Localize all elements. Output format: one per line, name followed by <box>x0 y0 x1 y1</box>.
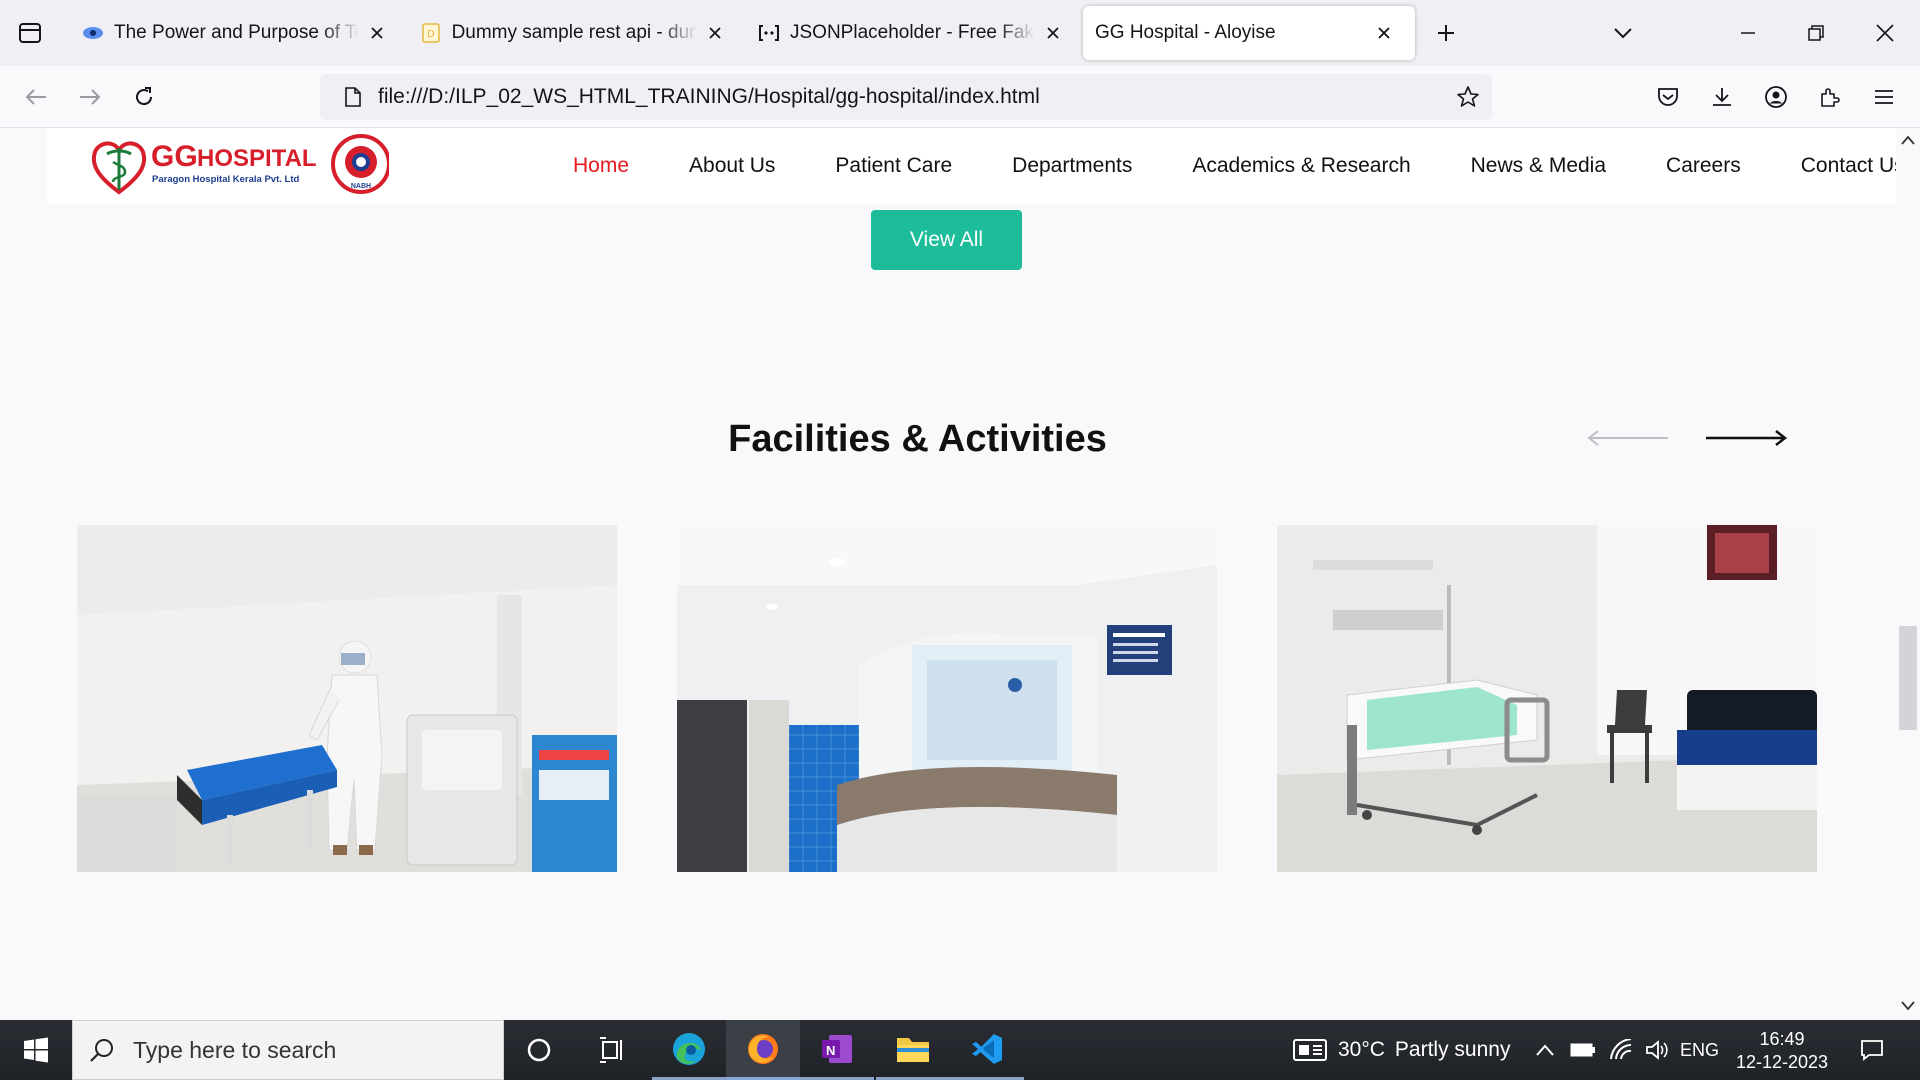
search-icon <box>89 1037 115 1063</box>
weather-temperature: 30°C <box>1338 1038 1385 1061</box>
close-icon[interactable] <box>1371 20 1397 46</box>
section-title: Facilities & Activities <box>728 418 1107 460</box>
nav-link-about-us[interactable]: About Us <box>689 154 775 178</box>
pocket-icon[interactable] <box>1650 79 1686 115</box>
nav-link-contact-us[interactable]: Contact Us <box>1801 154 1896 178</box>
show-hidden-icons-chevron-up-icon[interactable] <box>1530 1020 1560 1080</box>
wifi-icon[interactable] <box>1606 1020 1636 1080</box>
browser-tab-active[interactable]: GG Hospital - Aloyise <box>1083 6 1415 60</box>
eye-icon <box>82 22 104 44</box>
windows-taskbar: Type here to search N 30°C Partly sunny … <box>0 1020 1920 1080</box>
tab-title: Dummy sample rest api - dummy <box>451 22 697 43</box>
nav-link-home[interactable]: Home <box>573 154 629 178</box>
search-placeholder: Type here to search <box>133 1036 337 1063</box>
close-icon[interactable] <box>1041 20 1066 46</box>
facilities-carousel <box>77 525 1817 872</box>
scroll-down-chevron-icon[interactable] <box>1900 998 1916 1014</box>
minimize-icon[interactable] <box>1732 17 1764 49</box>
main-navigation: Home About Us Patient Care Departments A… <box>573 128 1896 204</box>
list-tabs-chevron-down-icon[interactable] <box>1607 17 1639 49</box>
downloads-icon[interactable] <box>1704 79 1740 115</box>
cortana-circle-icon[interactable] <box>502 1020 576 1080</box>
carousel-next-arrow-icon[interactable] <box>1704 418 1788 458</box>
logo-hospital: HOSPITAL <box>197 145 317 172</box>
new-tab-button[interactable] <box>1430 17 1462 49</box>
carousel-prev-arrow-icon[interactable] <box>1586 418 1670 458</box>
firefox-icon[interactable] <box>726 1020 800 1080</box>
system-clock[interactable]: 16:49 12-12-2023 <box>1728 1028 1836 1074</box>
browser-tab[interactable]: The Power and Purpose of Team <box>70 6 402 60</box>
nav-link-departments[interactable]: Departments <box>1012 154 1132 178</box>
bookmark-star-icon[interactable] <box>1454 83 1482 111</box>
address-bar[interactable]: file:///D:/ILP_02_WS_HTML_TRAINING/Hospi… <box>320 74 1492 120</box>
site-header: GG HOSPITAL Paragon Hospital Kerala Pvt.… <box>47 128 1896 204</box>
url-text[interactable]: file:///D:/ILP_02_WS_HTML_TRAINING/Hospi… <box>378 85 1040 109</box>
hospital-logo[interactable]: GG HOSPITAL Paragon Hospital Kerala Pvt.… <box>89 132 391 198</box>
browser-tab[interactable]: D Dummy sample rest api - dummy <box>408 6 740 60</box>
back-arrow-icon[interactable] <box>18 79 54 115</box>
edge-browser-icon[interactable] <box>652 1020 726 1080</box>
svg-text:D: D <box>427 29 435 40</box>
tab-bar: The Power and Purpose of Team D Dummy sa… <box>0 0 1920 66</box>
logo-tagline: Paragon Hospital Kerala Pvt. Ltd <box>152 174 299 185</box>
weather-widget[interactable]: 30°C Partly sunny <box>1292 1020 1510 1080</box>
facility-card-patient-room-photo[interactable] <box>1277 525 1817 872</box>
task-view-icon[interactable] <box>576 1020 650 1080</box>
document-icon: D <box>420 22 442 44</box>
page-viewport: GG HOSPITAL Paragon Hospital Kerala Pvt.… <box>0 128 1896 1020</box>
view-all-button[interactable]: View All <box>871 210 1022 270</box>
extensions-icon[interactable] <box>1812 79 1848 115</box>
browser-tab[interactable]: JSONPlaceholder - Free Fake REST <box>746 6 1078 60</box>
taskbar-search-box[interactable]: Type here to search <box>72 1020 504 1080</box>
weather-news-icon <box>1292 1037 1328 1063</box>
tab-title: JSONPlaceholder - Free Fake REST <box>790 22 1035 43</box>
nav-link-academics-research[interactable]: Academics & Research <box>1192 154 1410 178</box>
page-scrollbar[interactable] <box>1896 128 1920 1020</box>
account-icon[interactable] <box>1758 79 1794 115</box>
volume-speaker-icon[interactable] <box>1642 1020 1672 1080</box>
tab-title: The Power and Purpose of Team <box>114 22 359 43</box>
forward-arrow-icon[interactable] <box>72 79 108 115</box>
clock-time: 16:49 <box>1759 1029 1805 1049</box>
nav-link-news-media[interactable]: News & Media <box>1471 154 1606 178</box>
close-window-icon[interactable] <box>1869 17 1901 49</box>
scroll-up-chevron-icon[interactable] <box>1900 132 1916 148</box>
tab-overview-icon[interactable] <box>0 0 60 66</box>
facility-card-reception-desk-photo[interactable] <box>677 525 1217 872</box>
tab-title: GG Hospital - Aloyise <box>1095 22 1276 43</box>
logo-badge: NABH <box>351 183 371 190</box>
reload-icon[interactable] <box>126 79 162 115</box>
clock-date: 12-12-2023 <box>1735 1052 1829 1072</box>
logo-gg: GG <box>151 140 198 173</box>
nav-link-careers[interactable]: Careers <box>1666 154 1741 178</box>
close-icon[interactable] <box>703 20 728 46</box>
svg-text:N: N <box>826 1043 835 1058</box>
close-icon[interactable] <box>365 20 390 46</box>
browser-toolbar: file:///D:/ILP_02_WS_HTML_TRAINING/Hospi… <box>0 66 1920 128</box>
language-indicator[interactable]: ENG <box>1680 1020 1719 1080</box>
battery-icon[interactable] <box>1568 1020 1598 1080</box>
notification-center-icon[interactable] <box>1852 1020 1892 1080</box>
windows-start-icon[interactable] <box>0 1020 72 1080</box>
page-icon <box>328 87 378 107</box>
facility-card-lab-room-photo[interactable] <box>77 525 617 872</box>
vscode-icon[interactable] <box>950 1020 1024 1080</box>
onenote-icon[interactable]: N <box>800 1020 874 1080</box>
placeholder-icon <box>758 22 780 44</box>
restore-icon[interactable] <box>1800 17 1832 49</box>
file-explorer-folder-icon[interactable] <box>876 1020 950 1080</box>
menu-hamburger-icon[interactable] <box>1866 79 1902 115</box>
scrollbar-thumb[interactable] <box>1899 626 1917 730</box>
weather-condition: Partly sunny <box>1394 1038 1511 1061</box>
nav-link-patient-care[interactable]: Patient Care <box>835 154 952 178</box>
